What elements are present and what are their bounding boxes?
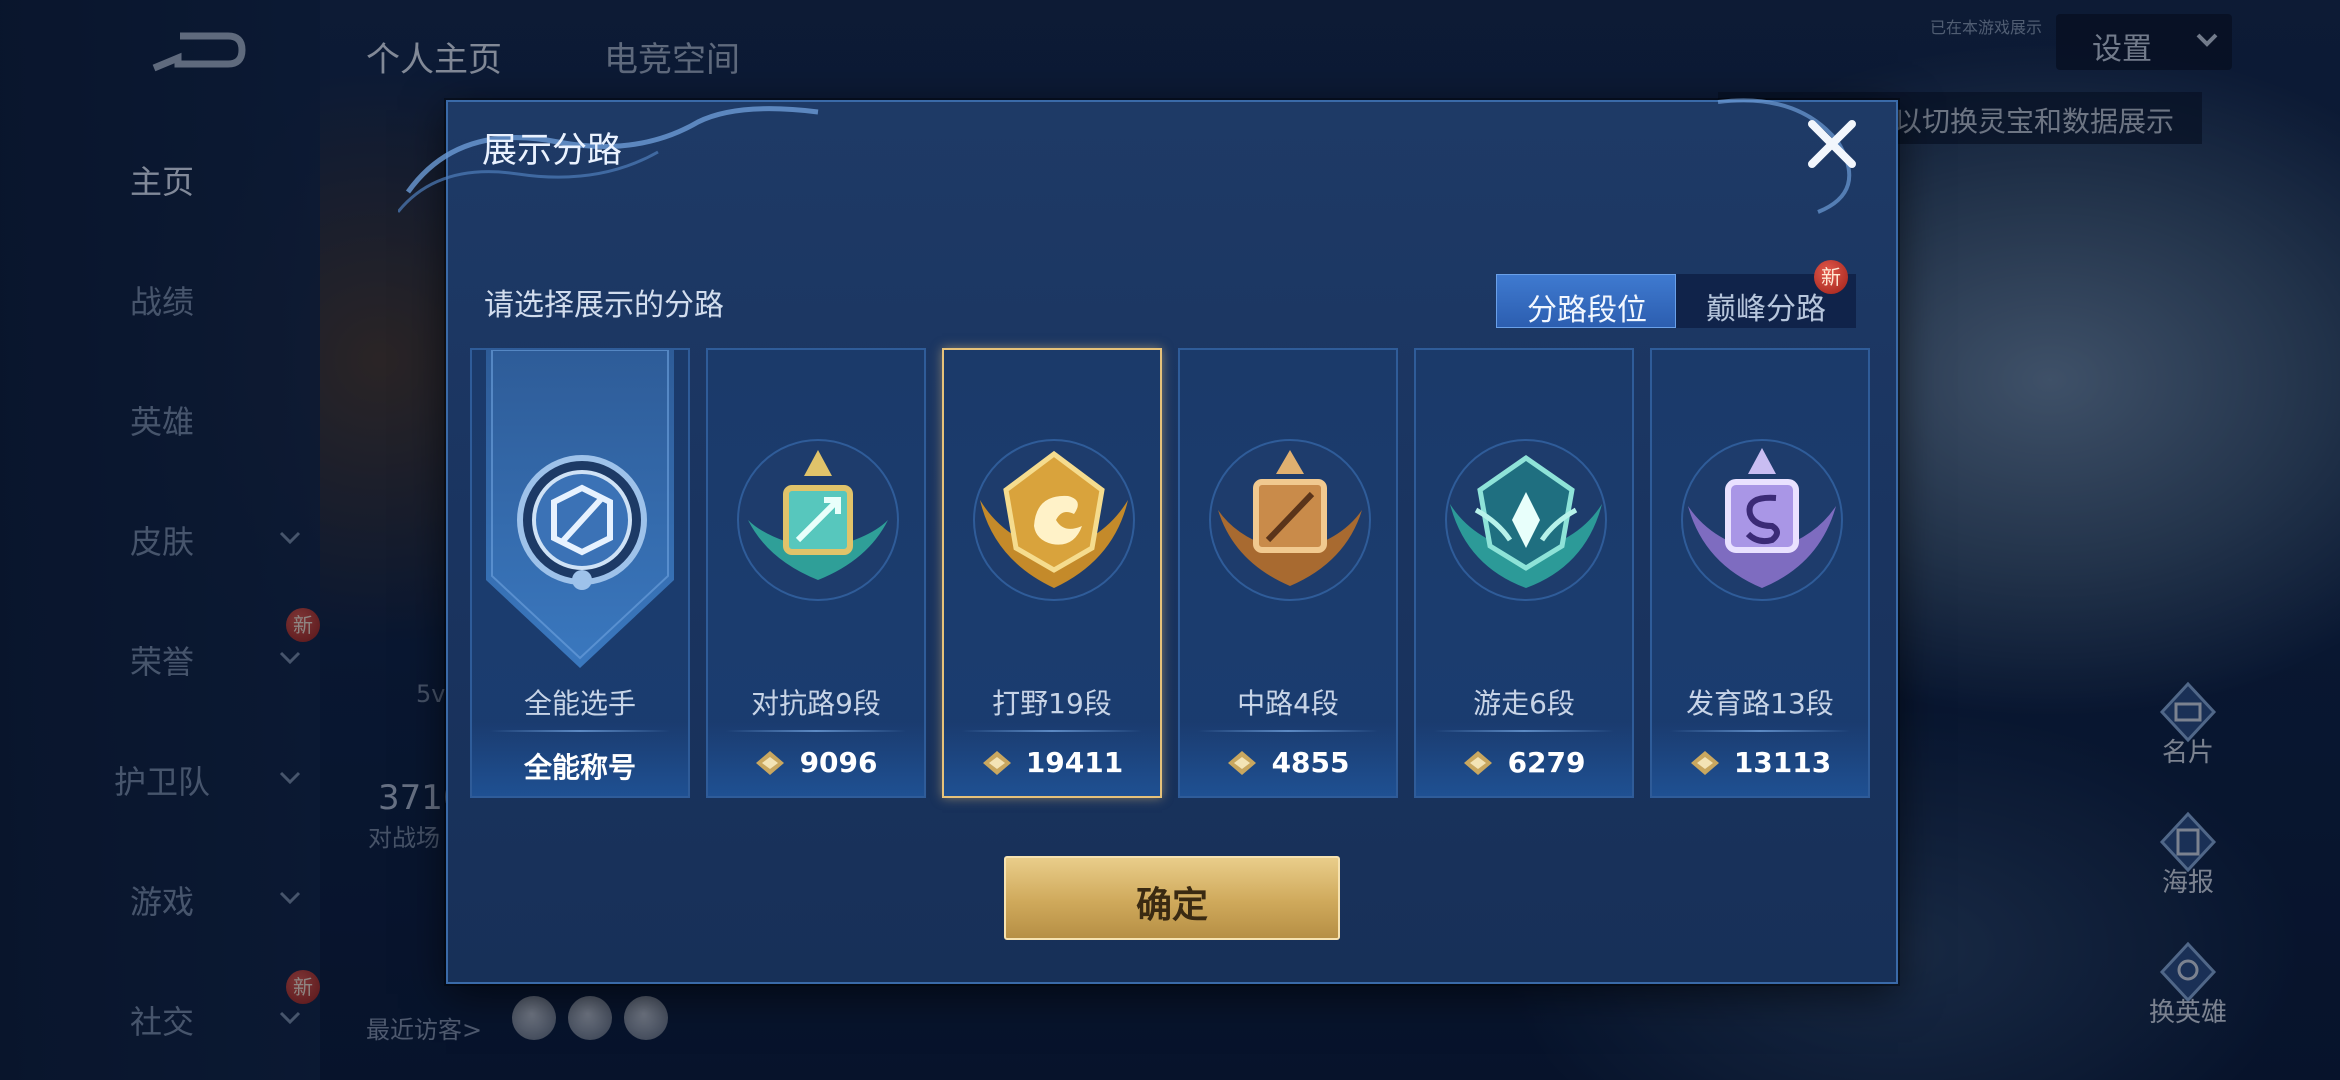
divider bbox=[1670, 730, 1850, 732]
lane-name: 全能选手 bbox=[523, 687, 636, 720]
dialog-title: 展示分路 bbox=[482, 131, 623, 171]
lane-card-roam[interactable]: 游走6段 6279 bbox=[1414, 348, 1634, 798]
mid-lane-emblem-icon bbox=[1209, 439, 1371, 601]
divider bbox=[1198, 730, 1378, 732]
roam-emblem-icon bbox=[1445, 439, 1607, 601]
lane-name: 发育路13段 bbox=[1686, 687, 1834, 720]
points-icon bbox=[756, 750, 785, 775]
lane-score: 13113 bbox=[1652, 746, 1868, 786]
farm-lane-emblem-icon bbox=[1681, 439, 1843, 601]
segment-control: 分路段位 巅峰分路 bbox=[1496, 274, 1856, 328]
jungle-emblem-icon bbox=[973, 439, 1135, 601]
tab-label: 分路段位 bbox=[1527, 293, 1647, 328]
confirm-button[interactable]: 确定 bbox=[1004, 856, 1340, 940]
score-value: 9096 bbox=[799, 746, 878, 779]
lane-card-clash[interactable]: 对抗路9段 9096 bbox=[706, 348, 926, 798]
divider bbox=[962, 730, 1142, 732]
select-prompt: 请选择展示的分路 bbox=[484, 288, 724, 323]
points-icon bbox=[1690, 750, 1719, 775]
score-value: 13113 bbox=[1733, 746, 1832, 779]
lane-score: 4855 bbox=[1180, 746, 1396, 786]
new-badge: 新 bbox=[1814, 260, 1848, 294]
score-value: 19411 bbox=[1025, 746, 1124, 779]
lane-card-mid[interactable]: 中路4段 4855 bbox=[1178, 348, 1398, 798]
divider bbox=[726, 730, 906, 732]
close-icon[interactable] bbox=[1804, 116, 1860, 172]
lane-score: 19411 bbox=[944, 746, 1160, 786]
lane-card-all-round[interactable]: 全能选手 全能称号 bbox=[470, 348, 690, 798]
confirm-label: 确定 bbox=[1135, 885, 1208, 926]
lane-name: 对抗路9段 bbox=[751, 687, 881, 720]
score-value: 4855 bbox=[1271, 746, 1350, 779]
lane-name: 打野19段 bbox=[992, 687, 1112, 720]
tab-lane-rank[interactable]: 分路段位 bbox=[1496, 274, 1676, 328]
lane-title-value: 全能称号 bbox=[523, 751, 636, 784]
divider bbox=[490, 730, 670, 732]
points-icon bbox=[1228, 750, 1257, 775]
score-value: 6279 bbox=[1507, 746, 1586, 779]
lane-score: 6279 bbox=[1416, 746, 1632, 786]
lane-display-dialog: 展示分路 请选择展示的分路 分路段位 巅峰分路 新 全能选手 全能称号 对抗路9… bbox=[398, 98, 1898, 984]
lane-card-farm[interactable]: 发育路13段 13113 bbox=[1650, 348, 1870, 798]
clash-lane-emblem-icon bbox=[737, 439, 899, 601]
lane-name: 中路4段 bbox=[1237, 687, 1339, 720]
points-icon bbox=[982, 750, 1011, 775]
decorative-swirl bbox=[398, 98, 1852, 214]
lane-score: 9096 bbox=[708, 746, 924, 786]
lane-card-jungle[interactable]: 打野19段 19411 bbox=[942, 348, 1162, 798]
all-round-emblem-icon bbox=[517, 455, 647, 590]
divider bbox=[1434, 730, 1614, 732]
lane-name: 游走6段 bbox=[1473, 687, 1575, 720]
points-icon bbox=[1464, 750, 1493, 775]
